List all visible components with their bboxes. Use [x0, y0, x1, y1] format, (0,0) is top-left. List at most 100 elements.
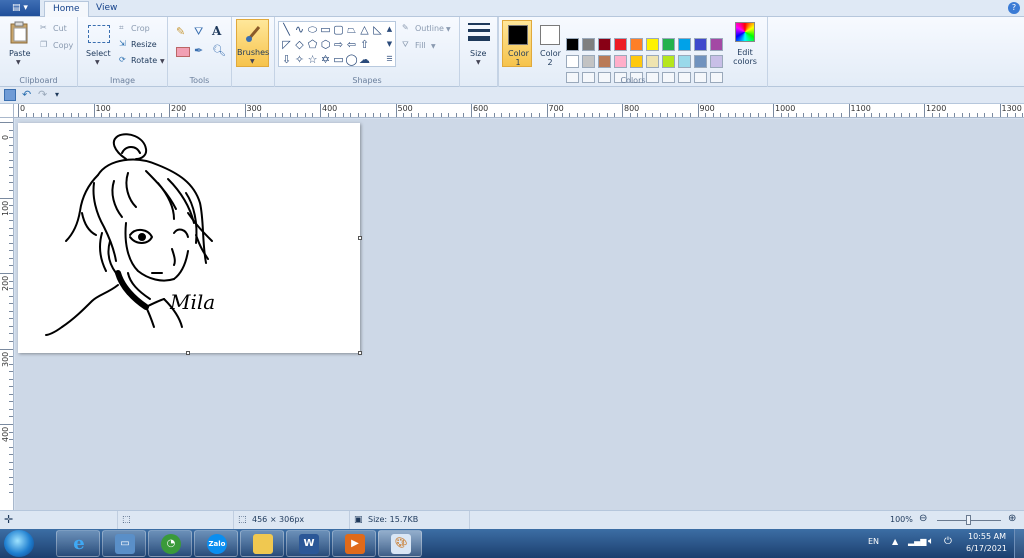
- ruler-tick: [622, 104, 623, 117]
- scroll-down-icon[interactable]: ▼: [383, 38, 396, 51]
- pentagon-shape-icon[interactable]: ⬠: [306, 38, 319, 51]
- curve-shape-icon[interactable]: ∿: [293, 23, 306, 36]
- customize-qat-icon[interactable]: ▾: [55, 89, 67, 101]
- right-triangle-shape-icon[interactable]: ◸: [280, 38, 293, 51]
- ruler-minor-tick: [85, 113, 87, 117]
- language-indicator[interactable]: EN: [868, 537, 879, 546]
- ruler-minor-tick: [682, 113, 684, 117]
- zoom-slider-thumb[interactable]: [966, 515, 971, 525]
- callout-rect-icon[interactable]: ▭: [332, 53, 345, 66]
- four-point-star-icon[interactable]: ✧: [293, 53, 306, 66]
- hexagon-shape-icon[interactable]: ⬡: [319, 38, 332, 51]
- undo-icon[interactable]: ↶: [22, 89, 34, 101]
- resize-handle-right[interactable]: [358, 236, 362, 240]
- ruler-minor-tick: [229, 113, 231, 117]
- clock-time[interactable]: 10:55 AM: [968, 532, 1006, 541]
- ruler-minor-tick: [312, 113, 314, 117]
- taskbar-paint[interactable]: 🎨︎: [378, 530, 422, 557]
- clock-date[interactable]: 6/17/2021: [966, 544, 1007, 553]
- expand-gallery-icon[interactable]: ☰: [383, 53, 396, 66]
- ruler-minor-tick: [9, 242, 13, 244]
- power-icon[interactable]: ⏻: [944, 536, 952, 547]
- ruler-label: 200: [171, 104, 187, 113]
- quick-access-toolbar: ↶ ↷ ▾: [0, 87, 1024, 104]
- callout-cloud-icon[interactable]: ☁: [358, 53, 371, 66]
- start-button[interactable]: [4, 530, 34, 557]
- ruler-minor-tick: [9, 325, 13, 327]
- ribbon: Paste ▼ ✂ Cut ❐ Copy Clipboard Select ▼ …: [0, 17, 1024, 87]
- rectangle-shape-icon[interactable]: ▭: [319, 23, 332, 36]
- ruler-minor-tick: [131, 113, 133, 117]
- brushes-button[interactable]: Brushes ▼: [236, 19, 269, 67]
- down-arrow-shape-icon[interactable]: ⇩: [280, 53, 293, 66]
- ruler-minor-tick: [387, 113, 389, 117]
- ruler-minor-tick: [191, 113, 193, 117]
- ruler-minor-tick: [976, 113, 978, 117]
- magnifier-icon[interactable]: 🔍︎: [212, 44, 226, 58]
- taskbar-media[interactable]: ▶: [332, 530, 376, 557]
- ruler-minor-tick: [433, 113, 435, 117]
- ruler-minor-tick: [765, 113, 767, 117]
- show-hidden-icons-icon[interactable]: ▲: [892, 537, 898, 546]
- network-icon[interactable]: ▂▄▆: [908, 537, 926, 546]
- ruler-minor-tick: [9, 152, 13, 154]
- size-label: Size: [470, 49, 487, 58]
- app-menu-button[interactable]: ▤ ▾: [0, 0, 40, 16]
- ruler-minor-tick: [274, 113, 276, 117]
- ruler-tick: [0, 122, 13, 123]
- taskbar-windows-explorer[interactable]: [240, 530, 284, 557]
- tab-home[interactable]: Home: [44, 1, 89, 17]
- zoom-in-icon[interactable]: ⊕: [1008, 513, 1016, 524]
- taskbar-remote-desktop[interactable]: ▭: [102, 530, 146, 557]
- color-picker-icon[interactable]: ✒: [194, 44, 208, 58]
- ruler-minor-tick: [591, 113, 593, 117]
- rounded-rect-shape-icon[interactable]: ▢: [332, 23, 345, 36]
- triangle-shape-icon[interactable]: △: [358, 23, 371, 36]
- line-shape-icon[interactable]: ╲: [280, 23, 293, 36]
- ruler-minor-tick: [742, 113, 744, 117]
- zoom-out-icon[interactable]: ⊖: [919, 513, 927, 524]
- text-tool-icon[interactable]: A: [212, 24, 226, 38]
- ruler-minor-tick: [25, 113, 27, 117]
- save-icon[interactable]: [4, 89, 16, 101]
- taskbar-zalo[interactable]: Zalo: [194, 530, 238, 557]
- up-arrow-shape-icon[interactable]: ⇧: [358, 38, 371, 51]
- callout-oval-icon[interactable]: ◯: [345, 53, 358, 66]
- tab-view[interactable]: View: [88, 1, 125, 17]
- fill-bucket-icon[interactable]: ⛛: [194, 25, 208, 39]
- right-arrow-shape-icon[interactable]: ⇨: [332, 38, 345, 51]
- resize-handle-bottom[interactable]: [186, 351, 190, 355]
- line-medium-icon: [468, 29, 490, 32]
- ruler-minor-tick: [123, 113, 125, 117]
- volume-icon[interactable]: 🔈︎: [928, 536, 934, 547]
- ruler-minor-tick: [584, 113, 586, 117]
- ruler-minor-tick: [161, 113, 163, 117]
- oval-shape-icon[interactable]: ⬭: [306, 23, 319, 36]
- taskbar-word[interactable]: W: [286, 530, 330, 557]
- ruler-minor-tick: [757, 113, 759, 117]
- paste-icon: [10, 21, 28, 44]
- six-point-star-icon[interactable]: ✡: [319, 53, 332, 66]
- five-point-star-icon[interactable]: ☆: [306, 53, 319, 66]
- pencil-icon[interactable]: ✎: [176, 25, 190, 39]
- ruler-minor-tick: [418, 113, 420, 117]
- drawing-canvas[interactable]: Mila: [18, 123, 360, 353]
- help-icon[interactable]: ?: [1008, 2, 1020, 14]
- ruler-minor-tick: [403, 113, 405, 117]
- rotate-icon: ⟳: [119, 55, 126, 64]
- sketch-drawing: Mila: [45, 133, 215, 336]
- left-arrow-shape-icon[interactable]: ⇦: [345, 38, 358, 51]
- ruler-minor-tick: [908, 113, 910, 117]
- show-desktop-button[interactable]: [1014, 529, 1024, 558]
- ruler-minor-tick: [425, 113, 427, 117]
- redo-icon[interactable]: ↷: [38, 89, 50, 101]
- diamond-shape-icon[interactable]: ◇: [293, 38, 306, 51]
- taskbar-internet-explorer[interactable]: e: [56, 530, 100, 557]
- polygon-shape-icon[interactable]: ⏢: [345, 23, 358, 36]
- taskbar-coccoc[interactable]: ◔: [148, 530, 192, 557]
- resize-handle-corner[interactable]: [358, 351, 362, 355]
- ruler-minor-tick: [1022, 113, 1024, 117]
- scroll-up-icon[interactable]: ▲: [383, 23, 396, 36]
- ruler-minor-tick: [48, 113, 50, 117]
- eraser-icon[interactable]: [176, 47, 190, 57]
